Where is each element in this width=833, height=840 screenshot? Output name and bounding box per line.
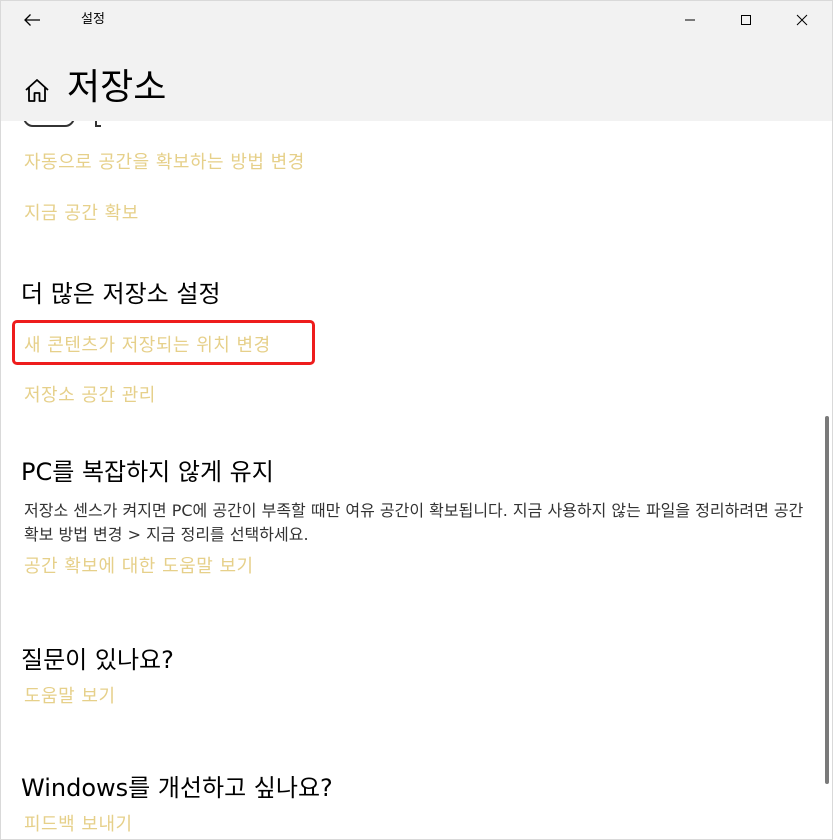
storage-sense-description: 저장소 센스가 켜지면 PC에 공간이 부족할 때만 여유 공간이 확보됩니다.… [24, 501, 804, 544]
improve-windows-heading: Windows를 개선하고 싶나요? [21, 774, 333, 802]
minimize-button[interactable] [661, 1, 719, 39]
settings-content: 자동으로 공간을 확보하는 방법 변경 지금 공간 확보 더 많은 저장소 설정… [1, 121, 821, 839]
title-bar: 설정 [1, 1, 832, 39]
manage-storage-spaces-link[interactable]: 저장소 공간 관리 [24, 383, 156, 409]
questions-heading: 질문이 있나요? [21, 646, 174, 674]
storage-sense-toggle[interactable] [23, 121, 75, 127]
close-icon [796, 14, 808, 26]
free-space-help-link[interactable]: 공간 확보에 대한 도움말 보기 [24, 554, 254, 580]
change-free-space-link[interactable]: 자동으로 공간을 확보하는 방법 변경 [24, 150, 305, 176]
back-button[interactable] [15, 5, 49, 35]
settings-window: 설정 저장소 자동으로 공간을 확보하는 방법 변경 지금 공간 확보 더 많은… [0, 0, 833, 840]
give-feedback-link[interactable]: 피드백 보내기 [24, 812, 133, 838]
more-storage-settings-heading: 더 많은 저장소 설정 [21, 280, 221, 308]
get-help-link[interactable]: 도움말 보기 [24, 684, 116, 710]
keep-pc-clutter-free-heading: PC를 복잡하지 않게 유지 [21, 458, 274, 486]
minimize-icon [685, 19, 695, 21]
back-arrow-icon [24, 14, 40, 26]
maximize-button[interactable] [717, 1, 775, 39]
maximize-icon [741, 15, 751, 25]
close-button[interactable] [773, 1, 831, 39]
partial-label-glyph [95, 121, 101, 127]
home-icon [25, 79, 49, 102]
page-title: 저장소 [67, 67, 167, 108]
page-header: 저장소 [1, 39, 832, 121]
vertical-scrollbar[interactable] [825, 416, 829, 784]
home-button[interactable] [23, 77, 51, 105]
window-title: 설정 [81, 12, 105, 27]
free-space-now-link[interactable]: 지금 공간 확보 [24, 201, 139, 227]
highlight-annotation [12, 320, 315, 365]
